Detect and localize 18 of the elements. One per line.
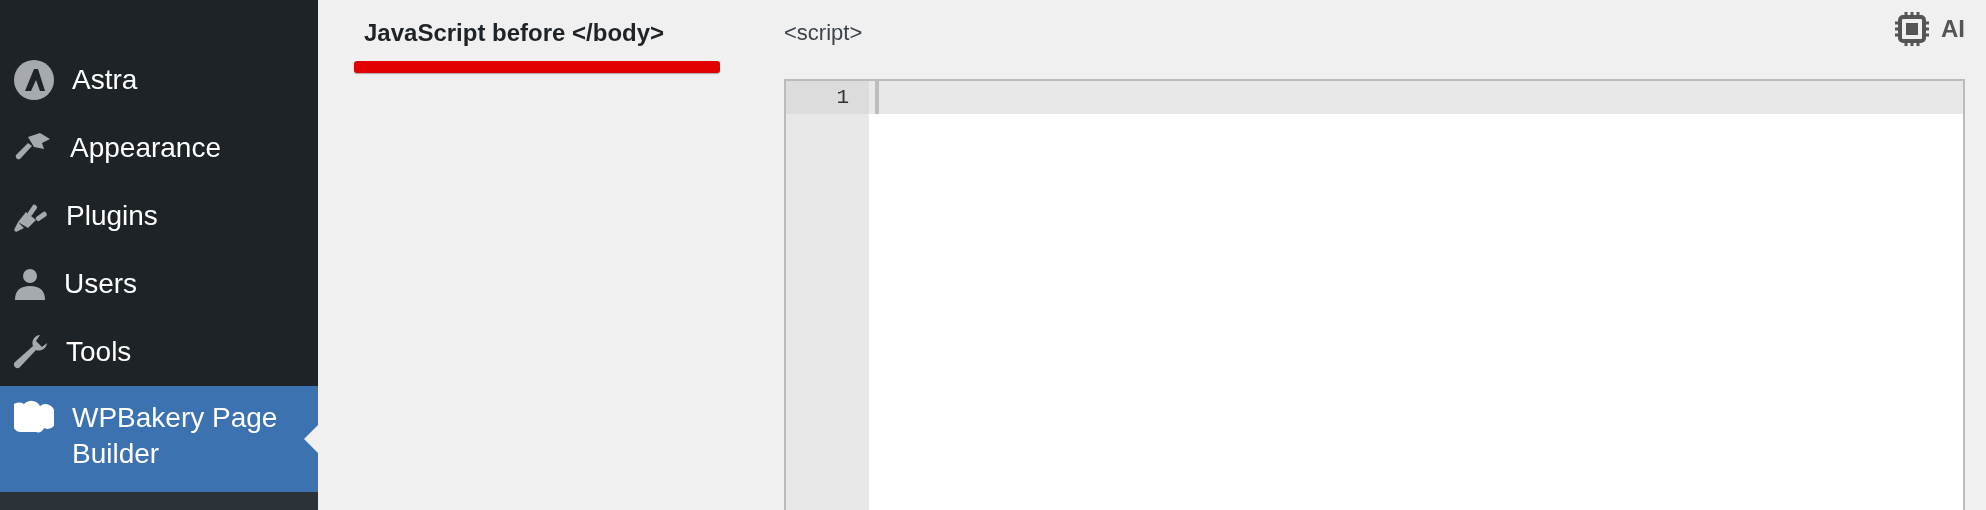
- current-pointer-icon: [304, 425, 318, 453]
- line-number: 1: [786, 81, 869, 114]
- chip-icon: [1895, 12, 1929, 46]
- sidebar-item[interactable]: WPBakery Page Builder: [0, 386, 318, 492]
- astra-logo-icon: [14, 60, 54, 100]
- cloud-icon: [14, 400, 54, 434]
- section-label: JavaScript before </body>: [363, 18, 666, 48]
- sidebar-item[interactable]: Astra: [0, 46, 318, 114]
- sidebar-item[interactable]: Tools: [0, 318, 318, 386]
- sidebar-item[interactable]: Appearance: [0, 114, 318, 182]
- user-icon: [14, 268, 46, 300]
- text-cursor: [875, 81, 879, 114]
- code-editor[interactable]: 1: [784, 79, 1965, 510]
- wrench-icon: [14, 335, 48, 369]
- sidebar-item[interactable]: Plugins: [0, 182, 318, 250]
- sidebar-item[interactable]: Users: [0, 250, 318, 318]
- script-tag-label: <script>: [784, 20, 863, 46]
- ai-button[interactable]: AI: [1895, 12, 1965, 46]
